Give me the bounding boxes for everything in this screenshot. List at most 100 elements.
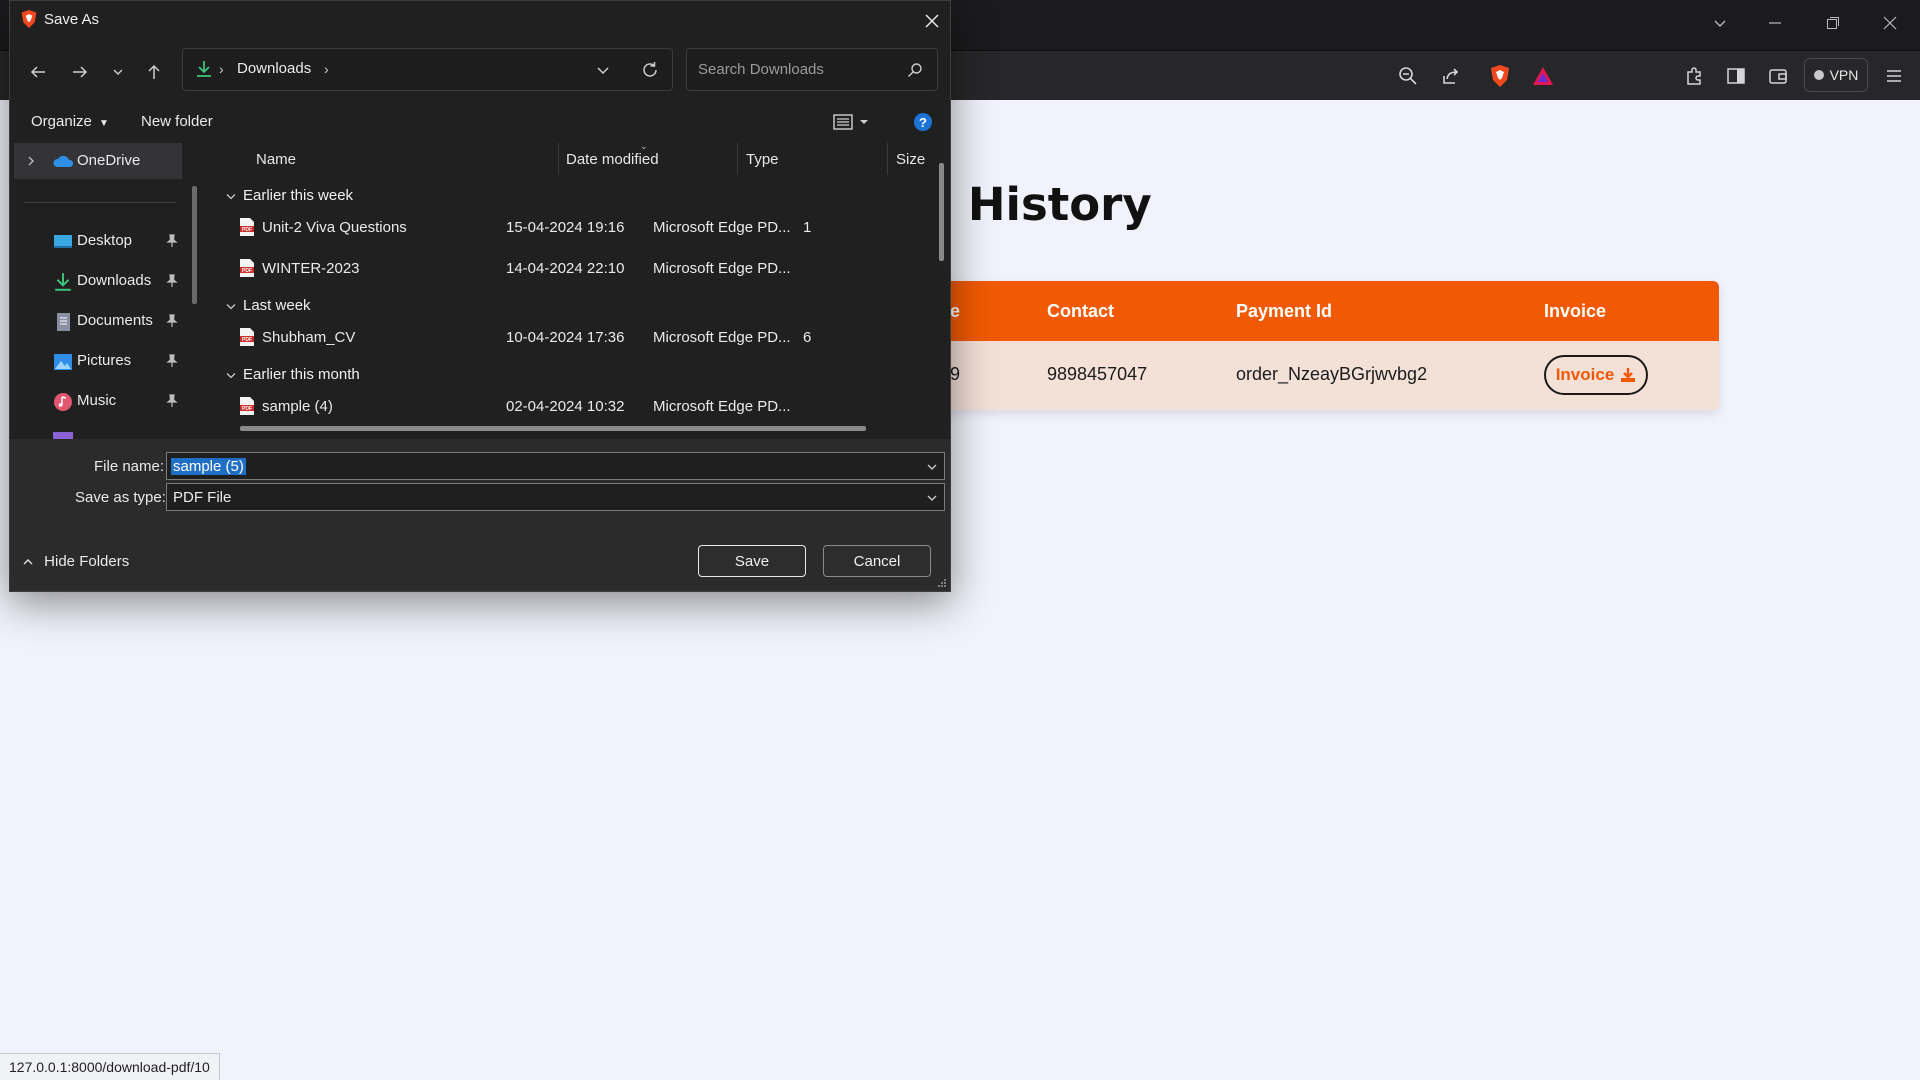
- file-date: 15-04-2024 19:16: [506, 219, 625, 236]
- file-list-horizontal-scrollbar[interactable]: [240, 426, 866, 431]
- tab-list-chevron-icon[interactable]: [1700, 8, 1740, 38]
- organize-button[interactable]: Organize ▼: [31, 113, 109, 130]
- resize-grip-icon[interactable]: [937, 578, 947, 588]
- column-header-type[interactable]: Type: [746, 151, 779, 168]
- column-separator[interactable]: [558, 143, 559, 175]
- file-size: 6: [803, 329, 812, 346]
- help-icon[interactable]: ?: [913, 112, 933, 132]
- forward-arrow-icon[interactable]: [67, 59, 93, 85]
- file-date: 14-04-2024 22:10: [506, 260, 625, 277]
- brave-rewards-icon[interactable]: [1529, 62, 1557, 90]
- cancel-button[interactable]: Cancel: [823, 545, 931, 577]
- wallet-icon[interactable]: [1764, 62, 1792, 90]
- file-type: Microsoft Edge PD...: [653, 329, 791, 346]
- file-list: Name ⌄ Date modified Type Size Earlier t…: [215, 141, 950, 439]
- file-name-dropdown-icon[interactable]: [926, 461, 938, 473]
- pictures-icon: [53, 352, 73, 372]
- collapse-chevron-icon[interactable]: [225, 370, 237, 382]
- file-name-field[interactable]: sample (5): [166, 452, 945, 480]
- up-arrow-icon[interactable]: [141, 59, 167, 85]
- nav-item-onedrive[interactable]: OneDrive: [14, 143, 182, 179]
- downloads-icon: [53, 272, 73, 292]
- vpn-button[interactable]: VPN: [1804, 58, 1868, 92]
- extensions-icon[interactable]: [1680, 62, 1708, 90]
- minimize-icon[interactable]: [1755, 8, 1795, 38]
- brave-shields-icon[interactable]: [1486, 62, 1514, 90]
- address-bar[interactable]: › Downloads ›: [182, 48, 673, 91]
- column-header-date-modified[interactable]: Date modified: [566, 151, 659, 168]
- save-as-type-select[interactable]: PDF File: [166, 483, 945, 511]
- new-folder-button[interactable]: New folder: [141, 113, 213, 130]
- download-icon: [1620, 367, 1636, 383]
- close-window-icon[interactable]: [1870, 8, 1910, 38]
- share-icon[interactable]: [1437, 62, 1465, 90]
- file-name: Unit-2 Viva Questions: [262, 219, 407, 236]
- save-as-dialog: Save As › Downloads › Or: [9, 0, 951, 592]
- save-as-type-dropdown-icon[interactable]: [926, 492, 938, 504]
- cell-partial: 9: [950, 364, 961, 384]
- breadcrumb-chevron-icon[interactable]: ›: [324, 61, 329, 77]
- save-options-area: File name: sample (5) Save as type: PDF …: [10, 439, 950, 591]
- recent-locations-chevron-icon[interactable]: [105, 59, 131, 85]
- file-type: Microsoft Edge PD...: [653, 398, 791, 415]
- file-date: 10-04-2024 17:36: [506, 329, 625, 346]
- file-row[interactable]: PDF Unit-2 Viva Questions 15-04-2024 19:…: [225, 211, 950, 245]
- view-options-icon[interactable]: [833, 113, 871, 131]
- search-icon[interactable]: [907, 62, 923, 78]
- hide-folders-label: Hide Folders: [44, 553, 130, 570]
- breadcrumb-downloads[interactable]: Downloads: [237, 60, 311, 77]
- column-separator[interactable]: [737, 143, 738, 175]
- column-header-size[interactable]: Size: [896, 151, 925, 168]
- nav-item-pictures[interactable]: Pictures: [10, 343, 190, 379]
- file-list-vertical-scrollbar[interactable]: [939, 163, 944, 261]
- nav-item-desktop[interactable]: Desktop: [10, 223, 190, 259]
- dialog-close-icon[interactable]: [920, 9, 944, 33]
- pin-icon[interactable]: [165, 274, 179, 288]
- invoice-download-button[interactable]: Invoice: [1544, 355, 1648, 395]
- column-header-name[interactable]: Name: [256, 151, 296, 168]
- pdf-file-icon: PDF: [239, 327, 255, 347]
- pin-icon[interactable]: [165, 354, 179, 368]
- nav-label: Music: [77, 392, 117, 409]
- pin-icon[interactable]: [165, 314, 179, 328]
- vpn-label: VPN: [1829, 67, 1859, 83]
- file-name: sample (4): [262, 398, 333, 415]
- collapse-chevron-icon[interactable]: [225, 301, 237, 313]
- back-arrow-icon[interactable]: [25, 59, 51, 85]
- file-name-label: File name:: [94, 458, 165, 475]
- file-row[interactable]: PDF Shubham_CV 10-04-2024 17:36 Microsof…: [225, 321, 950, 355]
- nav-label: Desktop: [77, 232, 133, 249]
- expand-chevron-icon[interactable]: [26, 155, 36, 167]
- file-name-value[interactable]: sample (5): [171, 458, 246, 475]
- hide-folders-toggle[interactable]: Hide Folders: [22, 553, 129, 570]
- page-title: g History: [920, 178, 1152, 231]
- pin-icon[interactable]: [165, 394, 179, 408]
- refresh-icon[interactable]: [641, 61, 659, 79]
- column-separator[interactable]: [887, 143, 888, 175]
- nav-item-music[interactable]: Music: [10, 383, 190, 419]
- save-as-type-value: PDF File: [173, 489, 232, 506]
- chevron-up-icon: [22, 556, 34, 568]
- sidebar-icon[interactable]: [1722, 62, 1750, 90]
- table-header-row: e Contact Payment Id Invoice: [870, 281, 1719, 341]
- header-contact: Contact: [1047, 301, 1114, 321]
- save-button[interactable]: Save: [698, 545, 806, 577]
- zoom-out-icon[interactable]: [1394, 62, 1422, 90]
- nav-item-documents[interactable]: Documents: [10, 303, 190, 339]
- nav-divider: [24, 202, 176, 203]
- nav-item-downloads[interactable]: Downloads: [10, 263, 190, 299]
- file-row[interactable]: PDF WINTER-2023 14-04-2024 22:10 Microso…: [225, 252, 950, 286]
- search-input[interactable]: [696, 60, 900, 79]
- pin-icon[interactable]: [165, 234, 179, 248]
- search-downloads-box[interactable]: [686, 48, 938, 91]
- collapse-chevron-icon[interactable]: [225, 191, 237, 203]
- restore-icon[interactable]: [1813, 8, 1853, 38]
- nav-label: Pictures: [77, 352, 132, 369]
- nav-pane-scrollbar[interactable]: [192, 186, 197, 304]
- file-row[interactable]: PDF sample (4) 02-04-2024 10:32 Microsof…: [225, 390, 950, 424]
- address-history-chevron-icon[interactable]: [596, 63, 610, 77]
- menu-icon[interactable]: [1880, 62, 1908, 90]
- nav-label: Downloads: [77, 272, 152, 289]
- file-date: 02-04-2024 10:32: [506, 398, 625, 415]
- invoice-button-label: Invoice: [1555, 365, 1615, 384]
